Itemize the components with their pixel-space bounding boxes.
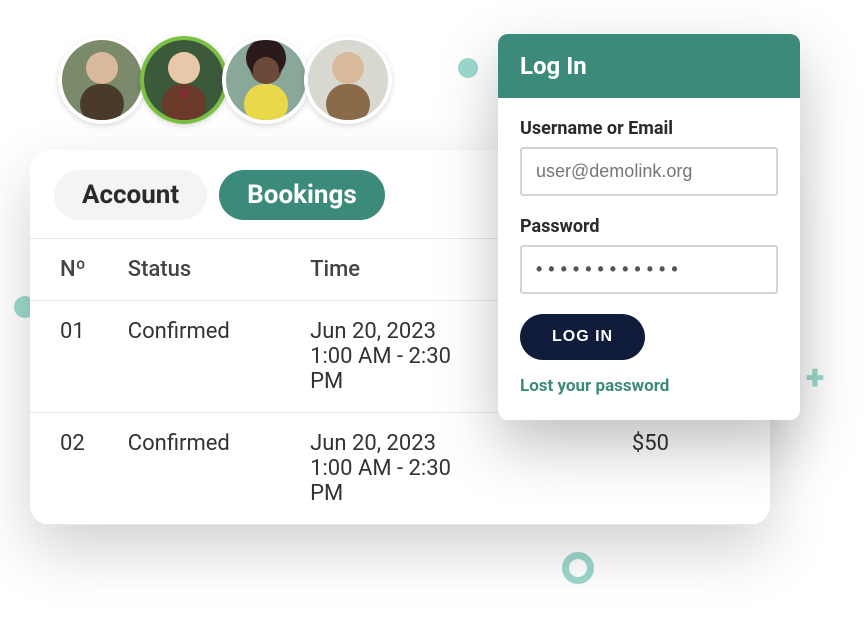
password-label: Password	[520, 216, 778, 237]
avatar[interactable]	[58, 36, 146, 124]
cell-status: Confirmed	[116, 413, 298, 525]
cell-price: $50	[620, 413, 770, 525]
cell-status: Confirmed	[116, 301, 298, 413]
avatar[interactable]	[304, 36, 392, 124]
cell-time: Jun 20, 2023 1:00 AM - 2:30 PM	[298, 413, 620, 525]
avatar[interactable]	[222, 36, 310, 124]
cell-no: 02	[30, 413, 116, 525]
tab-account[interactable]: Account	[54, 170, 207, 220]
decorative-ring	[562, 552, 594, 584]
avatar[interactable]	[140, 36, 228, 124]
plus-icon	[800, 363, 830, 393]
username-label: Username or Email	[520, 118, 778, 139]
login-title: Log In	[498, 34, 800, 98]
login-button[interactable]: LOG IN	[520, 314, 645, 360]
lost-password-link[interactable]: Lost your password	[520, 376, 669, 396]
tab-bookings[interactable]: Bookings	[219, 170, 385, 220]
col-header-no: Nº	[30, 239, 116, 301]
col-header-status: Status	[116, 239, 298, 301]
avatar-row	[64, 36, 392, 124]
login-panel: Log In Username or Email Password LOG IN…	[498, 34, 800, 420]
decorative-dot	[458, 58, 478, 78]
username-input[interactable]	[520, 147, 778, 196]
table-row[interactable]: 02 Confirmed Jun 20, 2023 1:00 AM - 2:30…	[30, 413, 770, 525]
password-input[interactable]	[520, 245, 778, 294]
cell-no: 01	[30, 301, 116, 413]
